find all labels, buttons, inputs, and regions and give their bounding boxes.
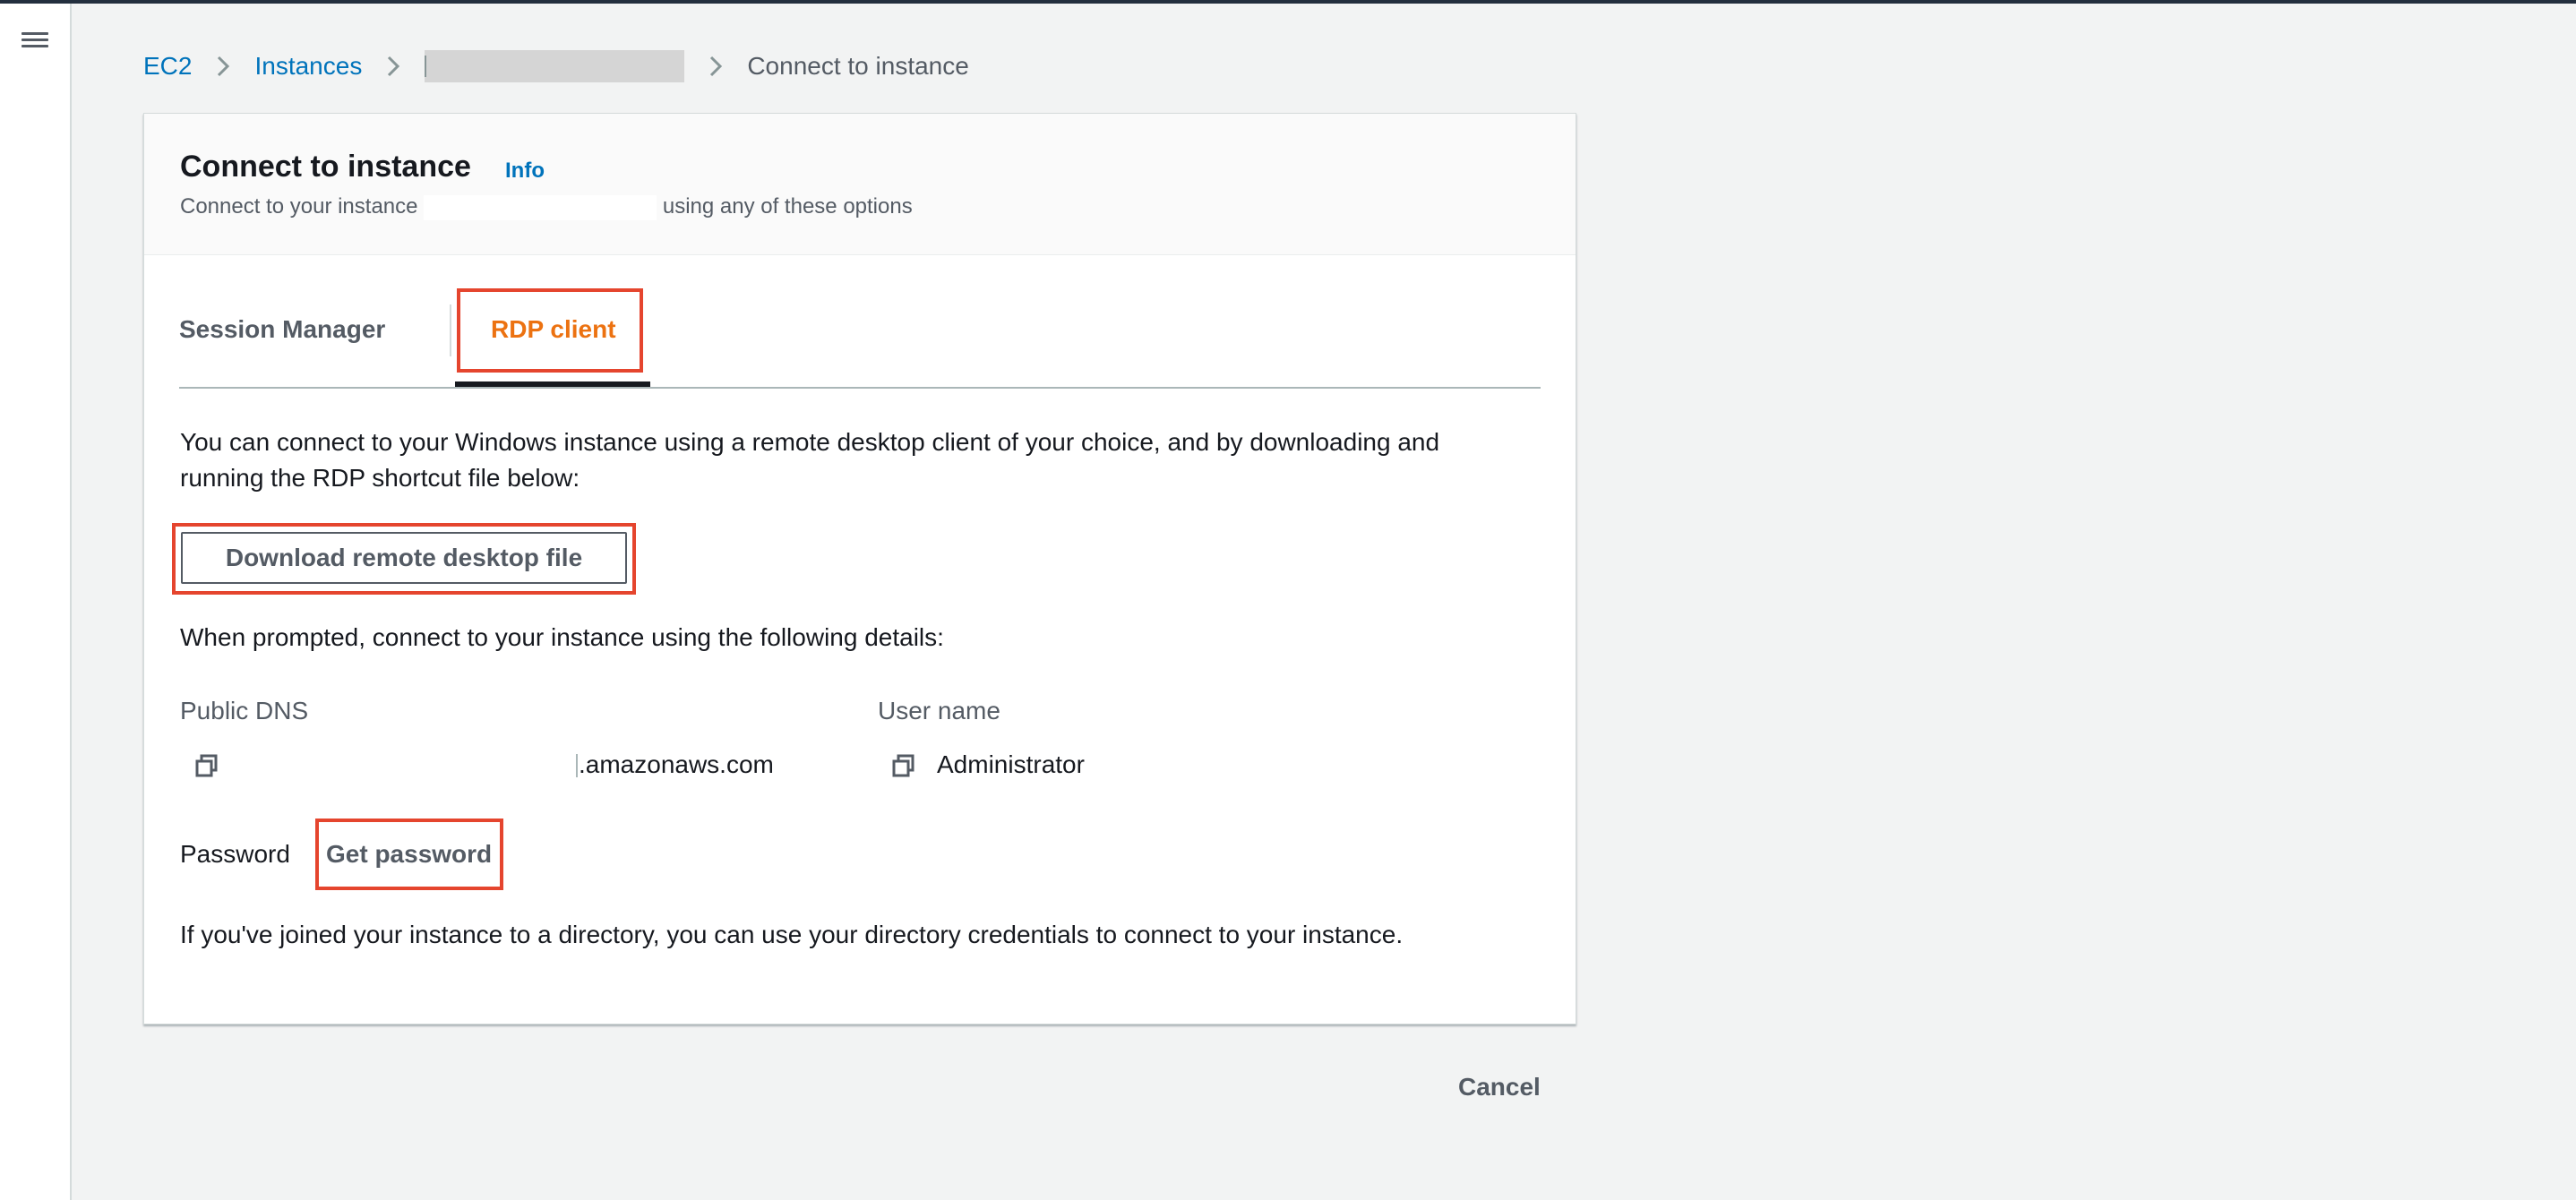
copy-icon[interactable]	[193, 752, 220, 779]
chevron-right-icon	[218, 56, 230, 77]
chevron-right-icon	[388, 56, 400, 77]
subtitle-before: Connect to your instance	[180, 194, 418, 219]
chevron-right-icon	[710, 56, 723, 77]
breadcrumb-instance-id-redacted[interactable]	[425, 50, 685, 82]
tab-session-manager[interactable]: Session Manager	[179, 315, 385, 344]
tab-divider	[450, 304, 451, 356]
top-border	[0, 0, 2576, 4]
public-dns-label: Public DNS	[180, 697, 309, 724]
tabs-underline	[179, 387, 1541, 389]
dns-redacted-marker	[576, 754, 578, 777]
menu-icon[interactable]	[21, 29, 48, 56]
username-value: Administrator	[937, 750, 1085, 778]
panel-subtitle: Connect to your instance using any of th…	[180, 194, 913, 220]
copy-icon[interactable]	[890, 752, 917, 779]
password-label: Password	[180, 840, 290, 868]
breadcrumb-instances[interactable]: Instances	[254, 52, 362, 81]
active-tab-indicator	[455, 381, 650, 387]
cancel-button[interactable]: Cancel	[1458, 1073, 1541, 1101]
breadcrumb-current: Connect to instance	[747, 52, 969, 80]
directory-note: If you've joined your instance to a dire…	[180, 921, 1404, 948]
page-title: Connect to instance	[180, 150, 471, 184]
instance-id-redacted	[424, 194, 657, 220]
rdp-description: You can connect to your Windows instance…	[180, 428, 1440, 492]
public-dns-value: .amazonaws.com	[579, 750, 774, 778]
connection-prompt: When prompted, connect to your instance …	[180, 623, 944, 651]
highlight-get-password	[315, 819, 503, 890]
username-label: User name	[878, 697, 1000, 724]
breadcrumb-ec2[interactable]: EC2	[143, 52, 192, 81]
side-navigation	[0, 4, 72, 1200]
info-link[interactable]: Info	[505, 159, 545, 184]
highlight-rdp-tab	[457, 288, 643, 373]
highlight-download-button	[172, 523, 636, 595]
subtitle-after: using any of these options	[662, 194, 913, 219]
breadcrumb: EC2 Instances Connect to instance	[143, 50, 969, 82]
panel-header: Connect to instance Info Connect to your…	[144, 114, 1576, 255]
